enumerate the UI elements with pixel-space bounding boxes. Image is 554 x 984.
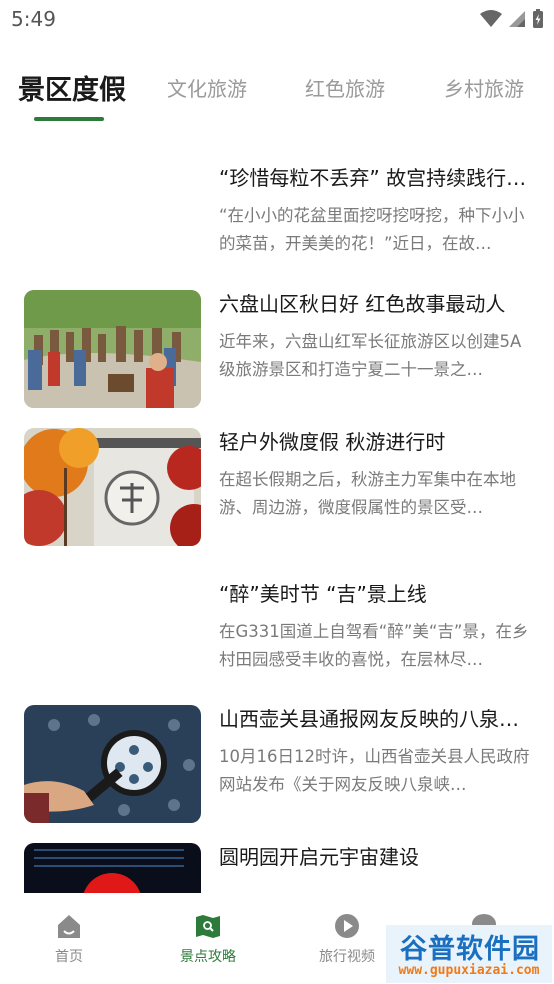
article-thumbnail (24, 705, 201, 823)
article-summary: “在小小的花盆里面挖呀挖呀挖，种下小小的菜苗，开美美的花！”近日，在故… (219, 206, 525, 253)
article-summary: 在G331国道上自驾看“醉”美“吉”景，在乡村田园感受丰收的喜悦，在层林尽… (219, 622, 529, 669)
nav-travel-video[interactable]: 旅行视频 (297, 912, 397, 972)
watermark-url: www.gupuxiazai.com (398, 963, 540, 978)
signal-icon (509, 11, 525, 27)
nav-scenic-guide[interactable]: 景点攻略 (158, 912, 258, 972)
article-item[interactable]: 山西壶关县通报网友反映的八泉… 10月16日12时许，山西省壶关县人民政府网站发… (0, 705, 554, 835)
category-tabs: 景区度假 文化旅游 红色旅游 乡村旅游 (0, 62, 554, 124)
article-title: 轻户外微度假 秋游进行时 (219, 430, 446, 454)
article-item[interactable]: 六盘山区秋日好 红色故事最动人 近年来，六盘山红军长征旅游区以创建5A级旅游景区… (0, 290, 554, 420)
article-title: “珍惜每粒不丢弃” 故宫持续践行“… (219, 166, 529, 190)
tab-culture-travel[interactable]: 文化旅游 (167, 73, 247, 101)
article-summary: 在超长假期之后，秋游主力军集中在本地游、周边游，微度假属性的景区受… (219, 470, 516, 517)
article-thumbnail (24, 428, 201, 546)
nav-label: 首页 (55, 949, 83, 965)
battery-icon (533, 9, 543, 28)
watermark-logo: 谷普软件园 www.gupuxiazai.com (386, 925, 552, 983)
article-title: 山西壶关县通报网友反映的八泉… (219, 707, 519, 731)
article-title: 六盘山区秋日好 红色故事最动人 (219, 292, 506, 316)
home-icon (58, 915, 80, 938)
tab-scenic-vacation[interactable]: 景区度假 (18, 62, 126, 112)
article-list: “珍惜每粒不丢弃” 故宫持续践行“… “在小小的花盆里面挖呀挖呀挖，种下小小的菜… (0, 150, 554, 893)
article-thumbnail (24, 290, 201, 408)
article-item[interactable]: 圆明园开启元宇宙建设 (0, 843, 554, 893)
tab-red-travel[interactable]: 红色旅游 (305, 73, 385, 101)
article-item[interactable]: 轻户外微度假 秋游进行时 在超长假期之后，秋游主力军集中在本地游、周边游，微度假… (0, 428, 554, 558)
article-title: “醉”美时节 “吉”景上线 (219, 582, 427, 606)
nav-home[interactable]: 首页 (19, 912, 119, 972)
nav-label: 旅行视频 (319, 949, 375, 965)
wifi-icon (480, 10, 502, 27)
article-item[interactable]: “醉”美时节 “吉”景上线 在G331国道上自驾看“醉”美“吉”景，在乡村田园感… (0, 580, 554, 710)
status-time: 5:49 (11, 7, 56, 31)
article-summary: 近年来，六盘山红军长征旅游区以创建5A级旅游景区和打造宁夏二十一景之… (219, 332, 522, 379)
watermark-title: 谷普软件园 (400, 934, 540, 965)
article-item[interactable]: “珍惜每粒不丢弃” 故宫持续践行“… “在小小的花盆里面挖呀挖呀挖，种下小小的菜… (0, 164, 554, 294)
status-icons (480, 8, 544, 30)
tab-rural-travel[interactable]: 乡村旅游 (444, 73, 524, 101)
nav-label: 景点攻略 (180, 949, 236, 965)
article-title: 圆明园开启元宇宙建设 (219, 845, 419, 869)
article-thumbnail (24, 843, 201, 893)
status-bar: 5:49 (0, 0, 554, 40)
map-search-icon (196, 915, 220, 938)
play-icon (335, 914, 359, 938)
active-tab-indicator (34, 117, 104, 121)
article-summary: 10月16日12时许，山西省壶关县人民政府网站发布《关于网友反映八泉峡… (219, 747, 530, 794)
